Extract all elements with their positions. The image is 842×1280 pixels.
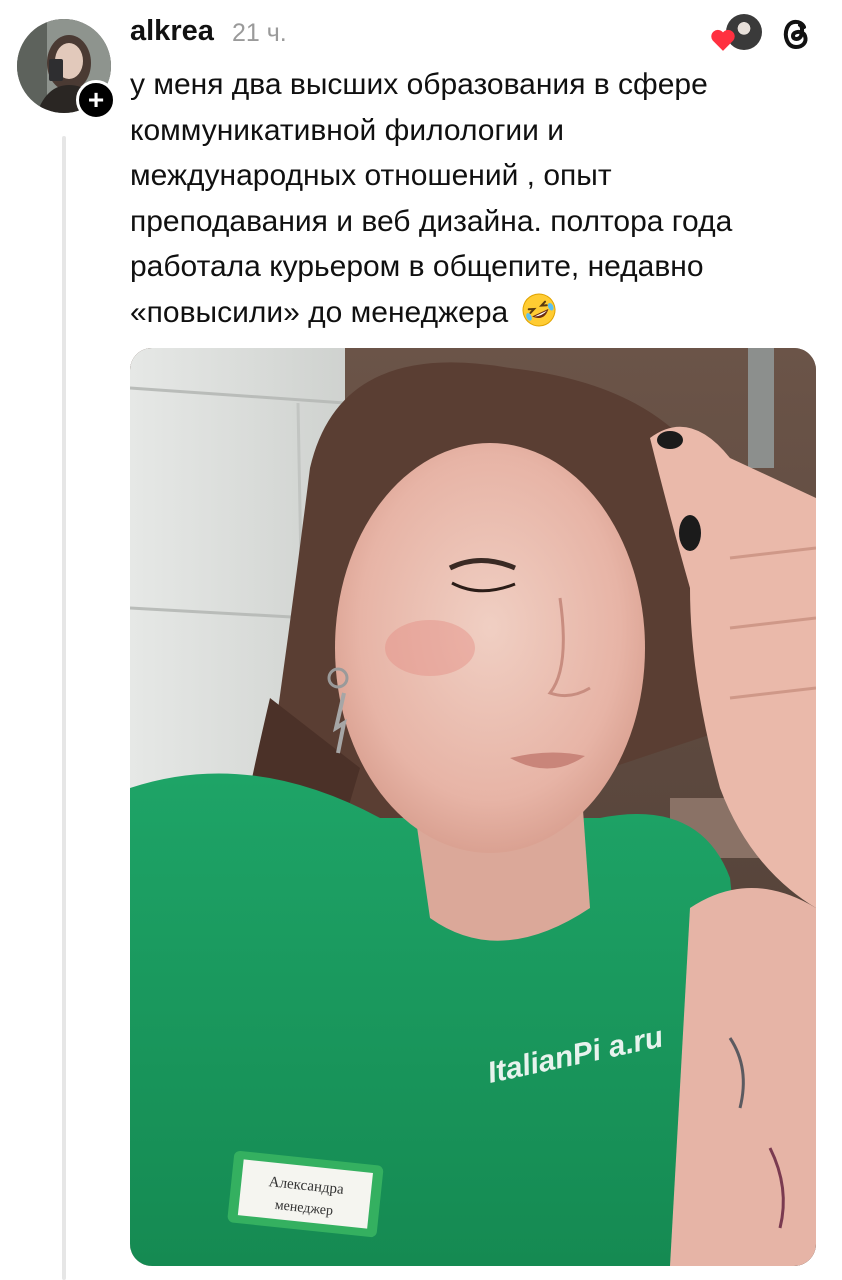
post-photo[interactable]: ItalianPi a.ru Александра менеджер (130, 348, 816, 1266)
author-username[interactable]: alkrea (130, 15, 214, 48)
post-text-line: коммуникативной филологии и (130, 113, 565, 147)
post-text-line: международных отношений , опыт (130, 159, 612, 192)
threads-logo-icon[interactable] (776, 14, 816, 54)
reaction-indicator[interactable] (710, 14, 762, 52)
post-text-line: «повысили» до менеджера (130, 295, 509, 329)
post-text: у меня два высших образования в сфере ко… (130, 62, 820, 335)
post-text-line: работала курьером в общепите, недавно (130, 250, 704, 283)
post-timestamp: 21 ч. (232, 19, 287, 47)
thread-line (62, 136, 66, 1280)
post-text-line: у меня два высших образования в сфере (130, 68, 708, 101)
heart-icon (711, 29, 735, 51)
rolling-on-floor-laughing-emoji (522, 293, 556, 326)
follow-button[interactable]: + (76, 80, 116, 120)
post-text-line: преподавания и веб дизайна. полтора года (130, 204, 733, 238)
